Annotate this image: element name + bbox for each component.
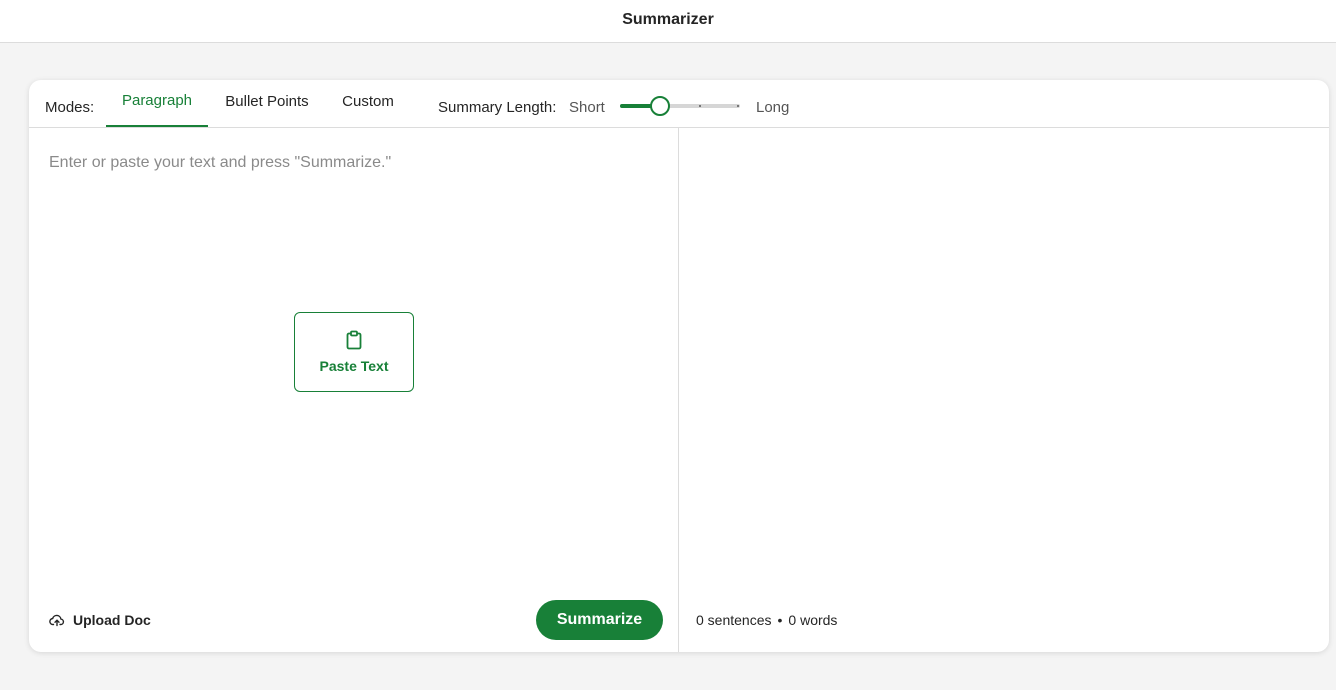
output-pane: 0 sentences • 0 words <box>679 128 1329 652</box>
summary-length-slider[interactable] <box>620 96 740 116</box>
clipboard-icon <box>346 330 362 350</box>
input-pane: Paste Text Upload Doc Summarize <box>29 128 679 652</box>
slider-tick <box>699 105 701 107</box>
summarize-button[interactable]: Summarize <box>536 600 663 640</box>
output-stats: 0 sentences • 0 words <box>696 612 837 628</box>
slider-tick <box>737 105 739 107</box>
tab-paragraph[interactable]: Paragraph <box>106 80 208 127</box>
tab-custom-label: Custom <box>342 93 394 110</box>
tab-bullet-points-label: Bullet Points <box>225 93 309 110</box>
word-count: 0 words <box>788 612 838 628</box>
upload-doc-label: Upload Doc <box>73 612 151 628</box>
summarizer-card: Modes: Paragraph Bullet Points Custom Su… <box>29 80 1329 652</box>
tab-paragraph-label: Paragraph <box>121 91 193 109</box>
cloud-upload-icon <box>49 614 65 627</box>
app-header: Summarizer <box>0 0 1336 43</box>
mode-toolbar: Modes: Paragraph Bullet Points Custom Su… <box>29 80 1329 128</box>
tab-custom[interactable]: Custom <box>334 80 402 128</box>
slider-thumb[interactable] <box>650 96 670 116</box>
paste-text-button[interactable]: Paste Text <box>294 312 414 392</box>
page-title: Summarizer <box>622 11 714 28</box>
short-label: Short <box>569 99 605 116</box>
summary-length-label: Summary Length: <box>438 99 557 116</box>
upload-doc-button[interactable]: Upload Doc <box>49 610 151 630</box>
stats-separator: • <box>777 612 783 628</box>
sentence-count: 0 sentences <box>696 612 772 628</box>
long-label: Long <box>756 99 790 116</box>
tab-bullet-points[interactable]: Bullet Points <box>216 80 318 128</box>
paste-text-label: Paste Text <box>319 358 389 374</box>
modes-label: Modes: <box>45 99 95 116</box>
